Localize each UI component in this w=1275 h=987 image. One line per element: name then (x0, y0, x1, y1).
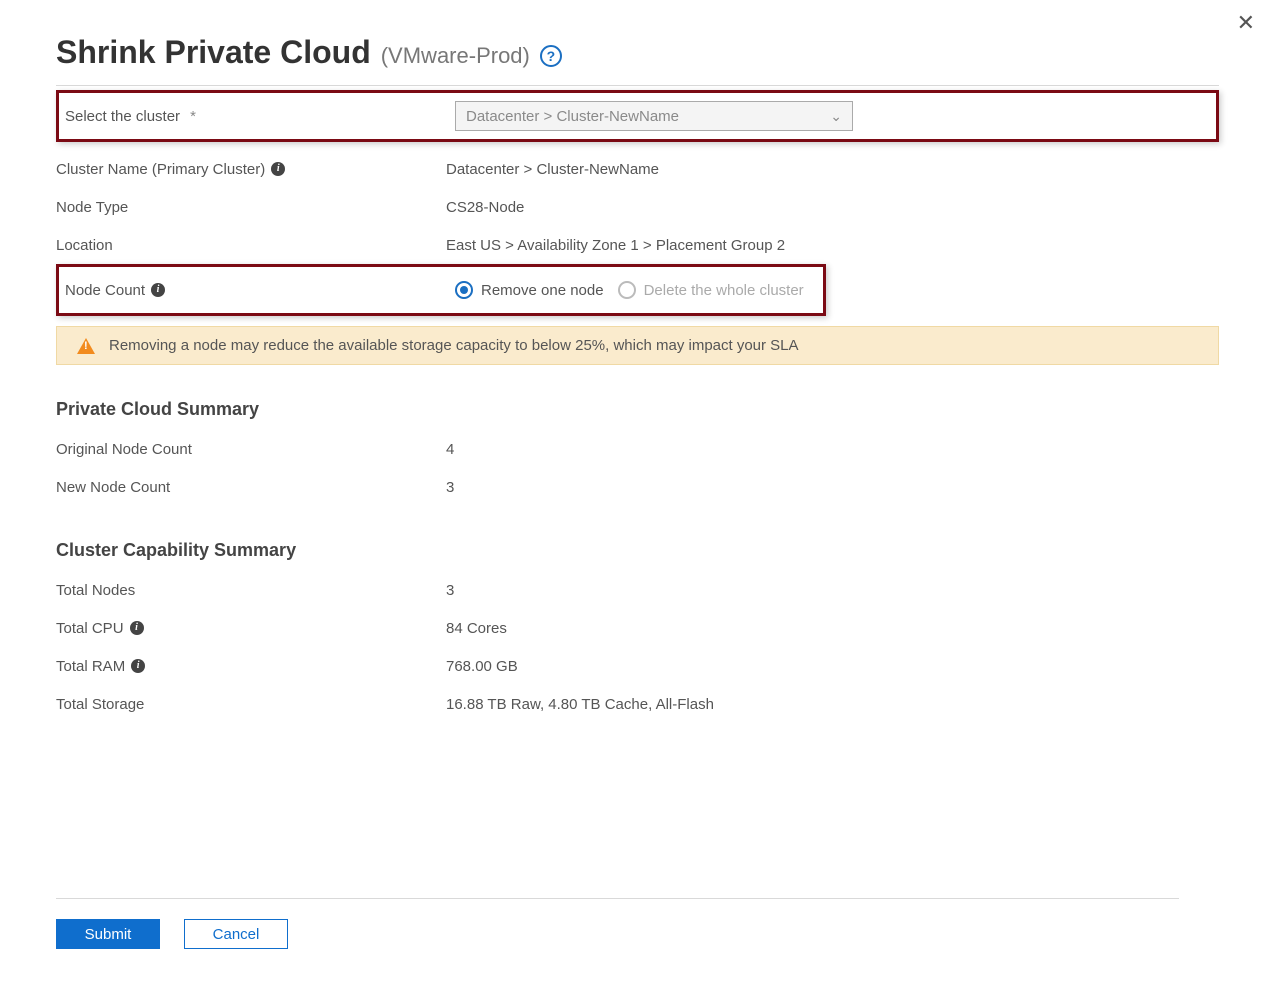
radio-delete-cluster[interactable]: Delete the whole cluster (618, 281, 804, 299)
location-label: Location (56, 237, 446, 254)
select-cluster-label: Select the cluster (65, 108, 180, 125)
node-count-highlight: Node Count i Remove one node Delete the … (56, 264, 826, 316)
original-node-count-label: Original Node Count (56, 441, 446, 458)
location-value: East US > Availability Zone 1 > Placemen… (446, 237, 785, 254)
total-nodes-label: Total Nodes (56, 582, 446, 599)
cluster-name-label: Cluster Name (Primary Cluster) (56, 161, 265, 178)
page-header: Shrink Private Cloud (VMware-Prod) ? (56, 34, 1219, 71)
info-icon[interactable]: i (130, 621, 144, 635)
required-indicator: * (190, 108, 196, 125)
footer-divider (56, 898, 1179, 899)
radio-delete-label: Delete the whole cluster (644, 282, 804, 299)
node-count-label: Node Count (65, 282, 145, 299)
original-node-count-value: 4 (446, 441, 454, 458)
total-cpu-value: 84 Cores (446, 620, 507, 637)
submit-button[interactable]: Submit (56, 919, 160, 949)
total-storage-value: 16.88 TB Raw, 4.80 TB Cache, All-Flash (446, 696, 714, 713)
summary-title: Private Cloud Summary (56, 399, 1219, 420)
info-icon[interactable]: i (131, 659, 145, 673)
chevron-down-icon: ⌄ (830, 108, 842, 125)
total-cpu-label: Total CPU (56, 620, 124, 637)
page-title: Shrink Private Cloud (56, 34, 371, 71)
total-nodes-value: 3 (446, 582, 454, 599)
node-type-label: Node Type (56, 199, 446, 216)
radio-remove-one-node[interactable]: Remove one node (455, 281, 604, 299)
info-icon[interactable]: i (271, 162, 285, 176)
cluster-select[interactable]: Datacenter > Cluster-NewName ⌄ (455, 101, 853, 131)
capability-title: Cluster Capability Summary (56, 540, 1219, 561)
help-icon[interactable]: ? (540, 45, 562, 67)
cluster-name-value: Datacenter > Cluster-NewName (446, 161, 659, 178)
cancel-button[interactable]: Cancel (184, 919, 288, 949)
total-storage-label: Total Storage (56, 696, 446, 713)
page-context: (VMware-Prod) (381, 43, 530, 69)
warning-text: Removing a node may reduce the available… (109, 337, 799, 354)
warning-icon (77, 338, 95, 354)
node-type-value: CS28-Node (446, 199, 524, 216)
new-node-count-value: 3 (446, 479, 454, 496)
divider (56, 85, 1219, 86)
select-cluster-highlight: Select the cluster * Datacenter > Cluste… (56, 90, 1219, 142)
new-node-count-label: New Node Count (56, 479, 446, 496)
radio-remove-label: Remove one node (481, 282, 604, 299)
total-ram-value: 768.00 GB (446, 658, 518, 675)
warning-banner: Removing a node may reduce the available… (56, 326, 1219, 365)
info-icon[interactable]: i (151, 283, 165, 297)
total-ram-label: Total RAM (56, 658, 125, 675)
close-icon[interactable]: ✕ (1237, 12, 1255, 34)
cluster-select-value: Datacenter > Cluster-NewName (466, 108, 679, 125)
